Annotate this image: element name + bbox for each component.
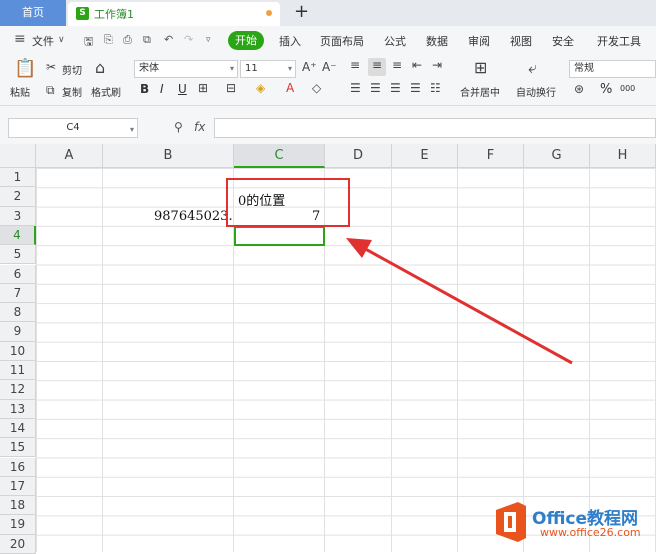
ribbon-toolbar: 📋 粘贴 ✂ 剪切 ⧉ 复制 ⌂ 格式刷 宋体 ▾ 11 ▾ A⁺ A⁻ B I…	[0, 56, 656, 106]
annotation-arrow	[346, 238, 573, 365]
thousands-button[interactable]: 000	[620, 84, 635, 93]
fx-icon[interactable]: fx	[194, 120, 205, 134]
menu-view[interactable]: 视图	[510, 33, 532, 49]
wrap-text-button[interactable]: 自动换行	[516, 84, 556, 99]
percent-button[interactable]: %	[600, 82, 612, 97]
scissors-icon[interactable]: ✂	[46, 60, 56, 74]
menu-developer[interactable]: 开发工具	[597, 33, 641, 49]
arrow-line	[359, 244, 573, 365]
paste-icon[interactable]: 📋	[14, 58, 36, 79]
paste-button[interactable]: 粘贴	[10, 84, 30, 99]
quick-access-dropdown-icon[interactable]: ▿	[206, 35, 211, 45]
indent-decrease-icon[interactable]: ⇤	[412, 58, 422, 72]
menu-page-layout[interactable]: 页面布局	[320, 33, 364, 49]
chevron-down-icon: ▾	[287, 64, 292, 73]
menu-review[interactable]: 审阅	[468, 33, 490, 49]
merge-center-icon[interactable]: ⊞	[474, 58, 487, 77]
italic-button[interactable]: I	[160, 82, 164, 96]
menu-formulas[interactable]: 公式	[384, 33, 406, 49]
window-tab-bar: 首页 S 工作簿1 +	[0, 0, 656, 26]
arrow-head	[346, 238, 372, 258]
formula-input[interactable]	[214, 118, 656, 138]
align-center-icon[interactable]: ☰	[370, 81, 381, 95]
undo-icon[interactable]: ↶	[164, 33, 173, 46]
clear-format-icon[interactable]: ◇	[312, 81, 321, 95]
number-format-select[interactable]: 常规	[569, 60, 656, 78]
font-name-select[interactable]: 宋体 ▾	[134, 60, 238, 78]
bold-button[interactable]: B	[140, 82, 149, 96]
justify-icon[interactable]: ☰	[410, 81, 421, 95]
menu-start[interactable]: 开始	[228, 31, 264, 50]
border-icon[interactable]: ⊞	[198, 81, 208, 95]
unsaved-dot-icon	[266, 10, 272, 16]
font-name-value: 宋体	[139, 63, 159, 74]
decrease-font-icon[interactable]: A⁻	[322, 60, 337, 74]
tab-workbook[interactable]: S 工作簿1	[68, 2, 280, 26]
align-right-icon[interactable]: ☰	[390, 81, 401, 95]
office-logo-watermark	[496, 502, 526, 542]
format-painter-icon[interactable]: ⌂	[95, 58, 105, 77]
menu-bar: ≡ 文件 ∨ 🖫 ⎘ ⎙ ⧉ ↶ ↷ ▿ 开始 插入 页面布局 公式 数据 审阅…	[0, 26, 656, 56]
copy-button[interactable]: 复制	[62, 84, 82, 99]
format-painter-button[interactable]: 格式刷	[91, 84, 121, 99]
align-middle-icon[interactable]: ≡	[372, 58, 382, 72]
formula-bar: C4 ▾ ⚲ fx	[0, 106, 656, 144]
fill-color-icon[interactable]: ◈	[256, 81, 265, 95]
currency-icon[interactable]: ⊛	[574, 82, 584, 96]
chevron-down-icon[interactable]: ∨	[58, 35, 65, 45]
menu-file[interactable]: 文件	[32, 33, 54, 49]
font-size-value: 11	[245, 63, 258, 74]
tab-home[interactable]: 首页	[0, 0, 66, 26]
underline-button[interactable]: U	[178, 82, 187, 96]
increase-font-icon[interactable]: A⁺	[302, 60, 317, 74]
spreadsheet-grid: ABCDEFGH 1 2 3 4 5 6 7 8 9 10 11 12 13 14 15 16 17 18 19 20…	[0, 144, 656, 554]
indent-increase-icon[interactable]: ⇥	[432, 58, 442, 72]
merge-center-button[interactable]: 合并居中	[460, 84, 500, 99]
font-size-select[interactable]: 11 ▾	[240, 60, 296, 78]
menu-security[interactable]: 安全	[552, 33, 574, 49]
copy-icon[interactable]: ⧉	[46, 83, 55, 98]
export-pdf-icon[interactable]: ⎘	[104, 33, 113, 47]
print-icon[interactable]: ⎙	[123, 33, 132, 47]
save-icon[interactable]: 🖫	[84, 33, 93, 52]
tab-workbook-label: 工作簿1	[94, 8, 134, 21]
distributed-icon[interactable]: ☷	[430, 81, 441, 95]
chevron-down-icon: ▾	[229, 64, 234, 73]
redo-icon[interactable]: ↷	[184, 33, 193, 46]
hamburger-menu-icon[interactable]: ≡	[14, 31, 26, 47]
font-color-icon[interactable]: A	[286, 81, 294, 95]
name-box-value: C4	[66, 122, 80, 133]
cut-button[interactable]: 剪切	[62, 62, 82, 77]
print-preview-icon[interactable]: ⧉	[143, 33, 151, 47]
align-top-icon[interactable]: ≡	[350, 58, 360, 72]
menu-insert[interactable]: 插入	[279, 33, 301, 49]
align-left-icon[interactable]: ☰	[350, 81, 361, 95]
spreadsheet-icon: S	[76, 7, 89, 20]
menu-data[interactable]: 数据	[426, 33, 448, 49]
zoom-icon[interactable]: ⚲	[174, 120, 183, 134]
chevron-down-icon: ▾	[129, 125, 134, 134]
number-format-value: 常规	[574, 63, 594, 74]
watermark-url: www.office26.com	[540, 526, 641, 539]
align-bottom-icon[interactable]: ≡	[392, 58, 402, 72]
wrap-text-icon[interactable]: ⤶	[528, 58, 537, 78]
cell-shading-icon[interactable]: ⊟	[226, 81, 236, 95]
new-tab-button[interactable]: +	[294, 1, 309, 22]
name-box[interactable]: C4 ▾	[8, 118, 138, 138]
